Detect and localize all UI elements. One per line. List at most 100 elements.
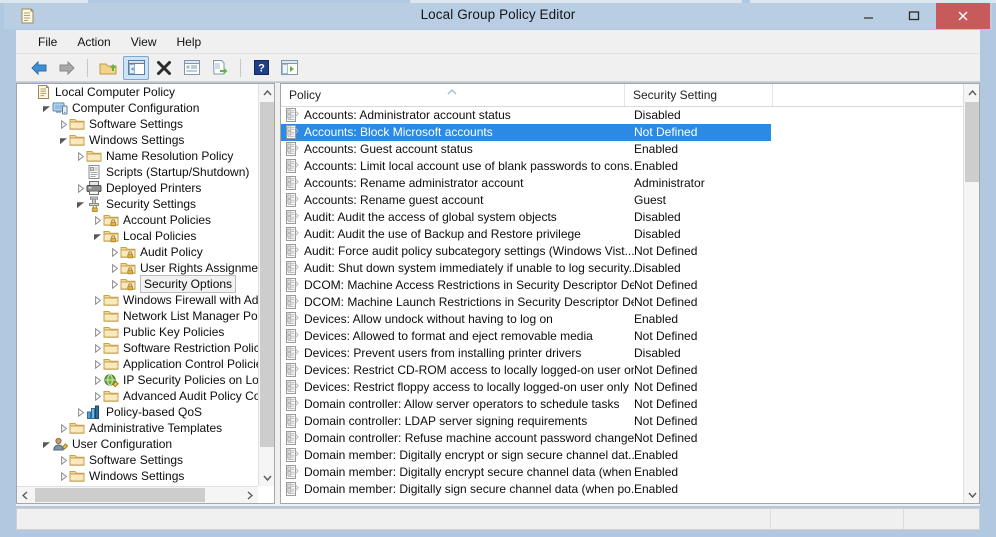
scroll-down-icon[interactable] [259,469,274,486]
tree-item-local-policies[interactable]: Local Policies [17,228,259,244]
table-row[interactable]: Domain member: Digitally sign secure cha… [281,481,963,498]
table-row[interactable]: Accounts: Rename administrator account Ad… [281,175,963,192]
chevron-right-icon[interactable] [74,404,86,420]
table-row[interactable]: Accounts: Administrator account status Di… [281,107,963,124]
chevron-down-icon[interactable] [74,196,86,212]
tree-scroll-thumb[interactable] [260,102,274,447]
tree-item-software-restriction-policie[interactable]: Software Restriction Policie [17,340,259,356]
chevron-down-icon[interactable] [40,100,52,116]
scroll-down-icon[interactable] [964,486,979,503]
table-row[interactable]: Audit: Audit the access of global system… [281,209,963,226]
table-row[interactable]: Domain member: Digitally encrypt or sign… [281,447,963,464]
policy-tree[interactable]: Local Computer Policy Computer Configurat… [17,84,259,486]
chevron-right-icon[interactable] [91,212,103,228]
chevron-right-icon[interactable] [57,116,69,132]
help-icon[interactable]: ? [248,56,274,80]
chevron-right-icon[interactable] [57,420,69,436]
tree-item-security-settings[interactable]: Security Settings [17,196,259,213]
tree-item-administrative-templates[interactable]: Administrative Templates [17,420,259,436]
column-header-security-setting[interactable]: Security Setting [625,84,773,106]
table-row[interactable]: Domain controller: LDAP server signing r… [281,413,963,430]
up-one-level-icon[interactable] [95,56,121,80]
chevron-right-icon[interactable] [74,180,86,196]
chevron-right-icon[interactable] [108,244,120,260]
tree-item-application-control-policies[interactable]: Application Control Policies [17,356,259,372]
tree-item-local-computer-policy[interactable]: Local Computer Policy [17,84,259,100]
policy-list[interactable]: Accounts: Administrator account status Di… [281,107,963,503]
scroll-right-icon[interactable] [242,487,258,503]
table-row[interactable]: Devices: Prevent users from installing p… [281,345,963,362]
chevron-right-icon[interactable] [74,148,86,164]
tree-item-deployed-printers[interactable]: Deployed Printers [17,180,259,196]
delete-icon[interactable] [151,56,177,80]
tree-item-name-resolution-policy[interactable]: Name Resolution Policy [17,148,259,164]
table-row[interactable]: Devices: Allow undock without having to … [281,311,963,328]
table-row[interactable]: Domain member: Digitally encrypt secure … [281,464,963,481]
list-scroll-thumb[interactable] [965,102,979,182]
table-row[interactable]: Domain controller: Refuse machine accoun… [281,430,963,447]
table-row[interactable]: Audit: Audit the use of Backup and Resto… [281,226,963,243]
table-row[interactable]: Devices: Restrict CD-ROM access to local… [281,362,963,379]
tree-item-software-settings[interactable]: Software Settings [17,452,259,468]
tree-item-audit-policy[interactable]: Audit Policy [17,244,259,260]
export-list-icon[interactable] [207,56,233,80]
column-header-extra[interactable] [773,84,963,106]
show-contents-icon[interactable] [276,56,302,80]
table-row[interactable]: Accounts: Guest account status Enabled [281,141,963,158]
tree-item-policy-based-qos[interactable]: Policy-based QoS [17,404,259,420]
forward-icon[interactable] [54,56,80,80]
table-row[interactable]: Devices: Allowed to format and eject rem… [281,328,963,345]
chevron-right-icon[interactable] [108,276,120,292]
menu-item-help[interactable]: Help [167,32,212,52]
chevron-right-icon[interactable] [91,292,103,308]
chevron-right-icon[interactable] [57,468,69,484]
chevron-right-icon[interactable] [57,452,69,468]
table-row[interactable]: DCOM: Machine Launch Restrictions in Sec… [281,294,963,311]
tree-vertical-scrollbar[interactable] [258,84,274,486]
show-hide-tree-icon[interactable] [123,55,149,80]
tree-item-computer-configuration[interactable]: Computer Configuration [17,100,259,116]
tree-item-ip-security-policies-on-local[interactable]: IP Security Policies on Local [17,372,259,388]
tree-item-windows-settings[interactable]: Windows Settings [17,132,259,148]
chevron-right-icon[interactable] [108,260,120,276]
list-vertical-scrollbar[interactable] [963,84,979,503]
back-icon[interactable] [26,56,52,80]
menu-item-view[interactable]: View [121,32,167,52]
tree-item-security-options[interactable]: Security Options [17,275,259,293]
tree-item-network-list-manager-polic[interactable]: Network List Manager Polic [17,308,259,324]
table-row[interactable]: Domain controller: Allow server operator… [281,396,963,413]
chevron-down-icon[interactable] [91,228,103,244]
close-button[interactable] [936,3,990,29]
minimize-button[interactable] [846,3,891,29]
chevron-right-icon[interactable] [91,356,103,372]
tree-horizontal-scrollbar[interactable] [17,486,258,503]
table-row[interactable]: Audit: Force audit policy subcategory se… [281,243,963,260]
chevron-right-icon[interactable] [91,372,103,388]
table-row[interactable]: Accounts: Block Microsoft accounts Not De… [281,124,771,141]
table-row[interactable]: Audit: Shut down system immediately if u… [281,260,963,277]
scroll-up-icon[interactable] [964,84,979,101]
table-row[interactable]: Devices: Restrict floppy access to local… [281,379,963,396]
chevron-down-icon[interactable] [57,132,69,148]
maximize-button[interactable] [891,3,936,29]
tree-item-advanced-audit-policy-conf[interactable]: Advanced Audit Policy Conf [17,388,259,404]
tree-item-windows-firewall-with-adv[interactable]: Windows Firewall with Adv [17,292,259,308]
menu-item-file[interactable]: File [28,32,67,52]
tree-item-user-configuration[interactable]: User Configuration [17,436,259,452]
scroll-left-icon[interactable] [17,487,33,503]
table-row[interactable]: DCOM: Machine Access Restrictions in Sec… [281,277,963,294]
title-bar[interactable]: Local Group Policy Editor [4,3,992,29]
tree-item-public-key-policies[interactable]: Public Key Policies [17,324,259,340]
chevron-right-icon[interactable] [91,340,103,356]
tree-item-scripts-startup-shutdown[interactable]: Scripts (Startup/Shutdown) [17,164,259,180]
tree-item-account-policies[interactable]: Account Policies [17,212,259,228]
properties-icon[interactable] [179,56,205,80]
chevron-right-icon[interactable] [91,324,103,340]
tree-hscroll-thumb[interactable] [35,488,205,502]
chevron-down-icon[interactable] [40,436,52,452]
table-row[interactable]: Accounts: Limit local account use of bla… [281,158,963,175]
table-row[interactable]: Accounts: Rename guest account Guest [281,192,963,209]
scroll-up-icon[interactable] [259,84,274,101]
tree-item-windows-settings[interactable]: Windows Settings [17,468,259,484]
chevron-right-icon[interactable] [91,388,103,404]
